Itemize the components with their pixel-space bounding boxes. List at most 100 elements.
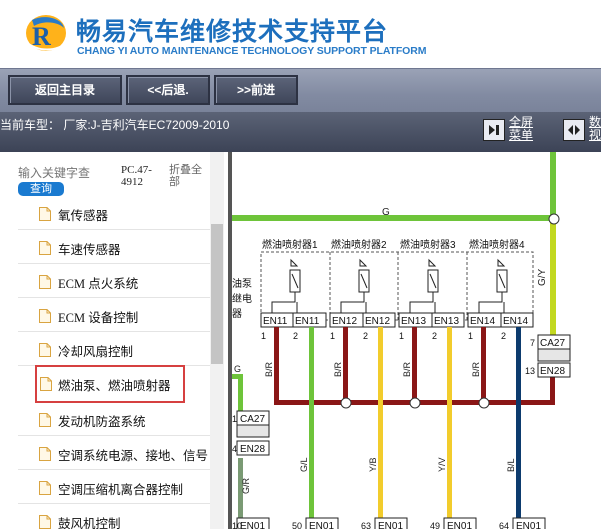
pin-en11-b: EN11 bbox=[295, 316, 320, 327]
wire-gy-vertical bbox=[550, 221, 556, 336]
svg-text:1: 1 bbox=[232, 414, 237, 424]
tree-item-ecm-device-control[interactable]: ECM 设备控制 bbox=[18, 298, 210, 332]
wire-label-g-left: G bbox=[234, 364, 241, 374]
injector-1-label: 燃油喷射器1 bbox=[262, 238, 318, 251]
svg-text:63: 63 bbox=[361, 521, 371, 529]
wire-label-g-top: G bbox=[382, 207, 390, 218]
svg-text:2: 2 bbox=[432, 331, 437, 341]
bottom-conn-2: EN01 bbox=[309, 521, 334, 529]
splice-node bbox=[548, 213, 560, 225]
tree-item-blower[interactable]: 鼓风机控制 bbox=[18, 504, 210, 529]
search-input[interactable] bbox=[18, 164, 118, 182]
search-area: 查询 PC.47- 4912 折叠全 部 bbox=[0, 152, 230, 206]
svg-text:2: 2 bbox=[293, 331, 298, 341]
tree-item-immobilizer[interactable]: 发动机防盗系统 bbox=[18, 402, 210, 436]
wire-br-bundle bbox=[274, 327, 555, 405]
tree-item-speed-sensor[interactable]: 车速传感器 bbox=[18, 230, 210, 264]
svg-text:1: 1 bbox=[468, 331, 473, 341]
document-icon bbox=[39, 309, 51, 323]
back-button[interactable]: <<后退. bbox=[126, 75, 210, 105]
wire-bl bbox=[516, 327, 521, 529]
pc-code-line2: 4912 bbox=[121, 176, 143, 188]
collapse-all-link[interactable]: 折叠全 部 bbox=[169, 164, 202, 188]
document-icon bbox=[39, 275, 51, 289]
tree-item-ac-power[interactable]: 空调系统电源、接地、信号 bbox=[18, 436, 210, 470]
tree-item-label: 空调系统电源、接地、信号 bbox=[58, 449, 209, 463]
tree-item-label: 氧传感器 bbox=[58, 209, 109, 223]
left-conn-top: CA27 bbox=[240, 414, 265, 425]
wire-label-gl: G/L bbox=[299, 457, 309, 472]
pump-relay-label-2: 继电 bbox=[232, 292, 252, 305]
wire-label-br-4: B/R bbox=[471, 361, 481, 377]
wire-label-br-2: B/R bbox=[333, 361, 343, 377]
svg-text:50: 50 bbox=[292, 521, 302, 529]
fullscreen-link-line2: 菜单 bbox=[509, 128, 534, 142]
injector-frame bbox=[260, 251, 534, 321]
forward-button[interactable]: >>前进 bbox=[214, 75, 298, 105]
splice-node bbox=[409, 397, 421, 409]
split-view-link[interactable]: 数 视 bbox=[589, 116, 601, 142]
document-icon bbox=[39, 413, 51, 427]
injector-coil-icon bbox=[427, 258, 439, 293]
splice-node bbox=[478, 397, 490, 409]
document-icon bbox=[39, 207, 51, 221]
sidebar: 氧传感器 车速传感器 ECM 点火系统 ECM 设备控制 冷却风扇控制 燃油泵、… bbox=[0, 152, 230, 529]
sidebar-scroll-thumb[interactable] bbox=[211, 224, 223, 364]
fullscreen-icon[interactable] bbox=[483, 119, 505, 141]
tree-item-label: 车速传感器 bbox=[58, 243, 121, 257]
pump-relay-label-1: 油泵 bbox=[232, 277, 252, 290]
bottom-conn-5: EN01 bbox=[516, 521, 541, 529]
current-model-label: 当前车型： 厂家:J-吉利汽车EC72009-2010 bbox=[0, 118, 230, 132]
bottom-conn-3: EN01 bbox=[378, 521, 403, 529]
wire-yb bbox=[378, 327, 383, 529]
brand-subtitle: CHANG YI AUTO MAINTENANCE TECHNOLOGY SUP… bbox=[77, 45, 427, 57]
pin-en11-a: EN11 bbox=[263, 316, 288, 327]
document-icon bbox=[40, 377, 52, 391]
tree-item-cooling-fan[interactable]: 冷却风扇控制 bbox=[18, 332, 210, 366]
bottom-conn-1: EN01 bbox=[240, 521, 265, 529]
pin-en13-a: EN13 bbox=[401, 316, 426, 327]
tree-item-label: 空调压缩机离合器控制 bbox=[58, 483, 184, 497]
pin-en13-b: EN13 bbox=[434, 316, 459, 327]
wire-label-gr: G/R bbox=[241, 477, 251, 494]
wire-gl bbox=[309, 327, 314, 529]
pc-code: PC.47- 4912 bbox=[121, 164, 152, 188]
wire-green-horizontal bbox=[232, 215, 556, 221]
svg-text:1: 1 bbox=[330, 331, 335, 341]
splice-node bbox=[340, 397, 352, 409]
chang-yi-logo-icon: R bbox=[25, 15, 69, 51]
bottom-connectors-en01: 10 EN01 50 EN01 63 EN01 49 EN01 64 EN01 bbox=[232, 517, 546, 529]
pin-en12-a: EN12 bbox=[332, 316, 357, 327]
wire-label-yv: Y/V bbox=[437, 457, 447, 472]
svg-text:13: 13 bbox=[525, 366, 535, 376]
home-button[interactable]: 返回主目录 bbox=[8, 75, 122, 105]
tree-item-label: 鼓风机控制 bbox=[58, 517, 121, 529]
tree-item-label: 冷却风扇控制 bbox=[58, 345, 134, 359]
collapse-line2: 部 bbox=[169, 176, 180, 188]
document-icon bbox=[39, 241, 51, 255]
injector-connectors: EN11 EN11 EN12 EN12 EN13 EN13 EN14 EN14 … bbox=[260, 312, 534, 341]
split-link-line2: 视 bbox=[589, 128, 601, 142]
tree-item-ac-clutch[interactable]: 空调压缩机离合器控制 bbox=[18, 470, 210, 504]
split-view-icon[interactable] bbox=[563, 119, 585, 141]
document-icon bbox=[39, 447, 51, 461]
tree-item-label: 燃油泵、燃油喷射器 bbox=[58, 379, 171, 393]
pin-en14-a: EN14 bbox=[470, 316, 495, 327]
injector-group: 燃油喷射器1 燃油喷射器2 燃油喷射器3 燃油喷射器4 bbox=[260, 238, 534, 321]
pin-en14-b: EN14 bbox=[503, 316, 528, 327]
injector-coil-icon bbox=[358, 258, 370, 293]
model-bar: 当前车型： 厂家:J-吉利汽车EC72009-2010 全屏 菜单 数 视 bbox=[0, 112, 601, 152]
pin-en12-b: EN12 bbox=[365, 316, 390, 327]
left-connector-ca27-en28: 1 CA27 4 EN28 bbox=[232, 410, 270, 456]
injector-coil-icon bbox=[289, 258, 301, 293]
tree-item-fuel-pump-injector[interactable]: 燃油泵、燃油喷射器 bbox=[35, 365, 185, 403]
tree-item-ecm-ignition[interactable]: ECM 点火系统 bbox=[18, 264, 210, 298]
left-conn-bottom: EN28 bbox=[240, 444, 265, 455]
wire-label-bl: B/L bbox=[506, 458, 516, 472]
search-button[interactable]: 查询 bbox=[18, 182, 64, 196]
svg-text:64: 64 bbox=[499, 521, 509, 529]
fullscreen-menu-link[interactable]: 全屏 菜单 bbox=[509, 116, 533, 142]
svg-text:1: 1 bbox=[399, 331, 404, 341]
svg-text:2: 2 bbox=[363, 331, 368, 341]
wire-label-br-1: B/R bbox=[264, 361, 274, 377]
